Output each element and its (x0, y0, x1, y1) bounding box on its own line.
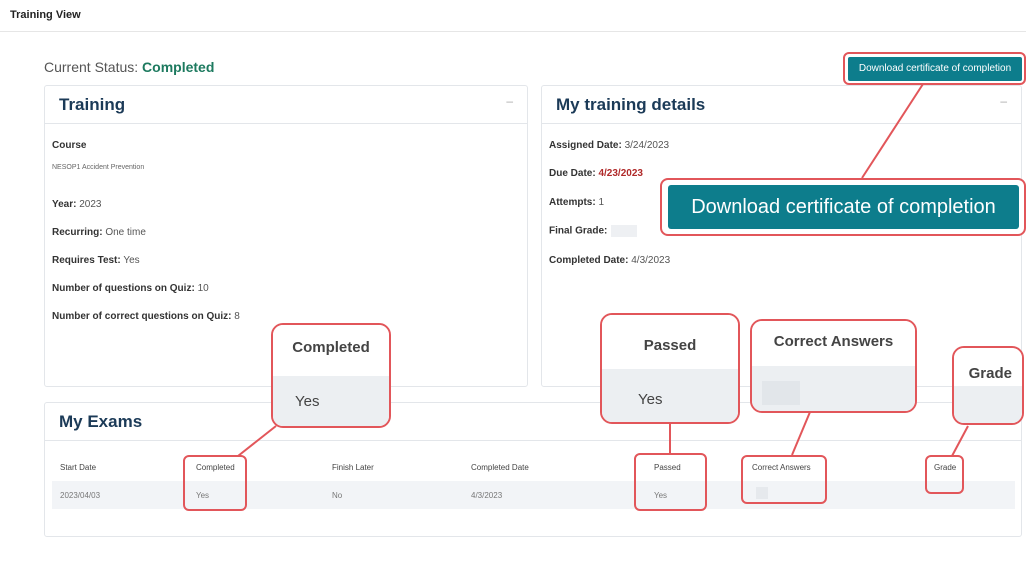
annotation-box-download (843, 52, 1026, 85)
assigned-date-field: Assigned Date: 3/24/2023 (549, 140, 670, 151)
callout-completed-header: Completed (292, 339, 370, 356)
details-card-title: My training details (556, 95, 706, 114)
callout-grade-header: Grade (968, 365, 1012, 382)
final-grade-field: Final Grade: (549, 225, 638, 237)
details-card-header: My training details – (542, 86, 1021, 124)
completed-date-field: Completed Date: 4/3/2023 (549, 255, 671, 266)
year-field: Year: 2023 (52, 199, 102, 210)
annotation-box-passed (634, 453, 707, 511)
final-grade-value (611, 225, 638, 237)
minimize-icon[interactable]: – (506, 94, 513, 108)
recurring-field: Recurring: One time (52, 227, 146, 238)
col-finish-later[interactable]: Finish Later (332, 463, 374, 472)
callout-correct-answers-value (762, 381, 800, 405)
course-name: NESOP1 Accident Prevention (52, 164, 145, 171)
callout-passed-header: Passed (643, 337, 697, 354)
col-completed-date[interactable]: Completed Date (471, 463, 529, 472)
callout-passed: Passed Yes (600, 313, 740, 424)
training-card-header: Training – (45, 86, 527, 124)
status-label: Current Status: (44, 59, 139, 75)
annotation-box-correct-answers (741, 455, 827, 504)
page-header: Training View (0, 0, 1026, 32)
callout-completed-value: Yes (295, 393, 320, 410)
correct-questions-field: Number of correct questions on Quiz: 8 (52, 311, 240, 322)
callout-correct-answers: Correct Answers (750, 319, 917, 413)
callout-download: Download certificate of completion (660, 178, 1026, 236)
page-title: Training View (10, 9, 81, 21)
row-completed-date: 4/3/2023 (471, 491, 503, 500)
due-date-field: Due Date: 4/23/2023 (549, 168, 643, 179)
annotation-box-completed (183, 455, 247, 511)
row-finish-later: No (332, 491, 343, 500)
requires-test-field: Requires Test: Yes (52, 255, 140, 266)
status-value: Completed (142, 59, 215, 75)
annotation-box-grade (925, 455, 964, 494)
callout-passed-value: Yes (638, 391, 663, 408)
callout-correct-answers-header: Correct Answers (773, 333, 894, 350)
training-card-title: Training (59, 95, 126, 114)
course-label: Course (52, 140, 87, 151)
callout-download-button[interactable]: Download certificate of completion (668, 185, 1019, 229)
current-status: Current Status: Completed (44, 59, 214, 75)
row-start-date: 2023/04/03 (60, 491, 101, 500)
questions-field: Number of questions on Quiz: 10 (52, 283, 209, 294)
exams-card-title: My Exams (59, 412, 143, 431)
attempts-field: Attempts: 1 (549, 197, 605, 208)
callout-completed: Completed Yes (271, 323, 391, 428)
minimize-icon[interactable]: – (1000, 94, 1007, 108)
col-start-date[interactable]: Start Date (60, 463, 96, 472)
callout-grade: Grade (952, 346, 1024, 425)
